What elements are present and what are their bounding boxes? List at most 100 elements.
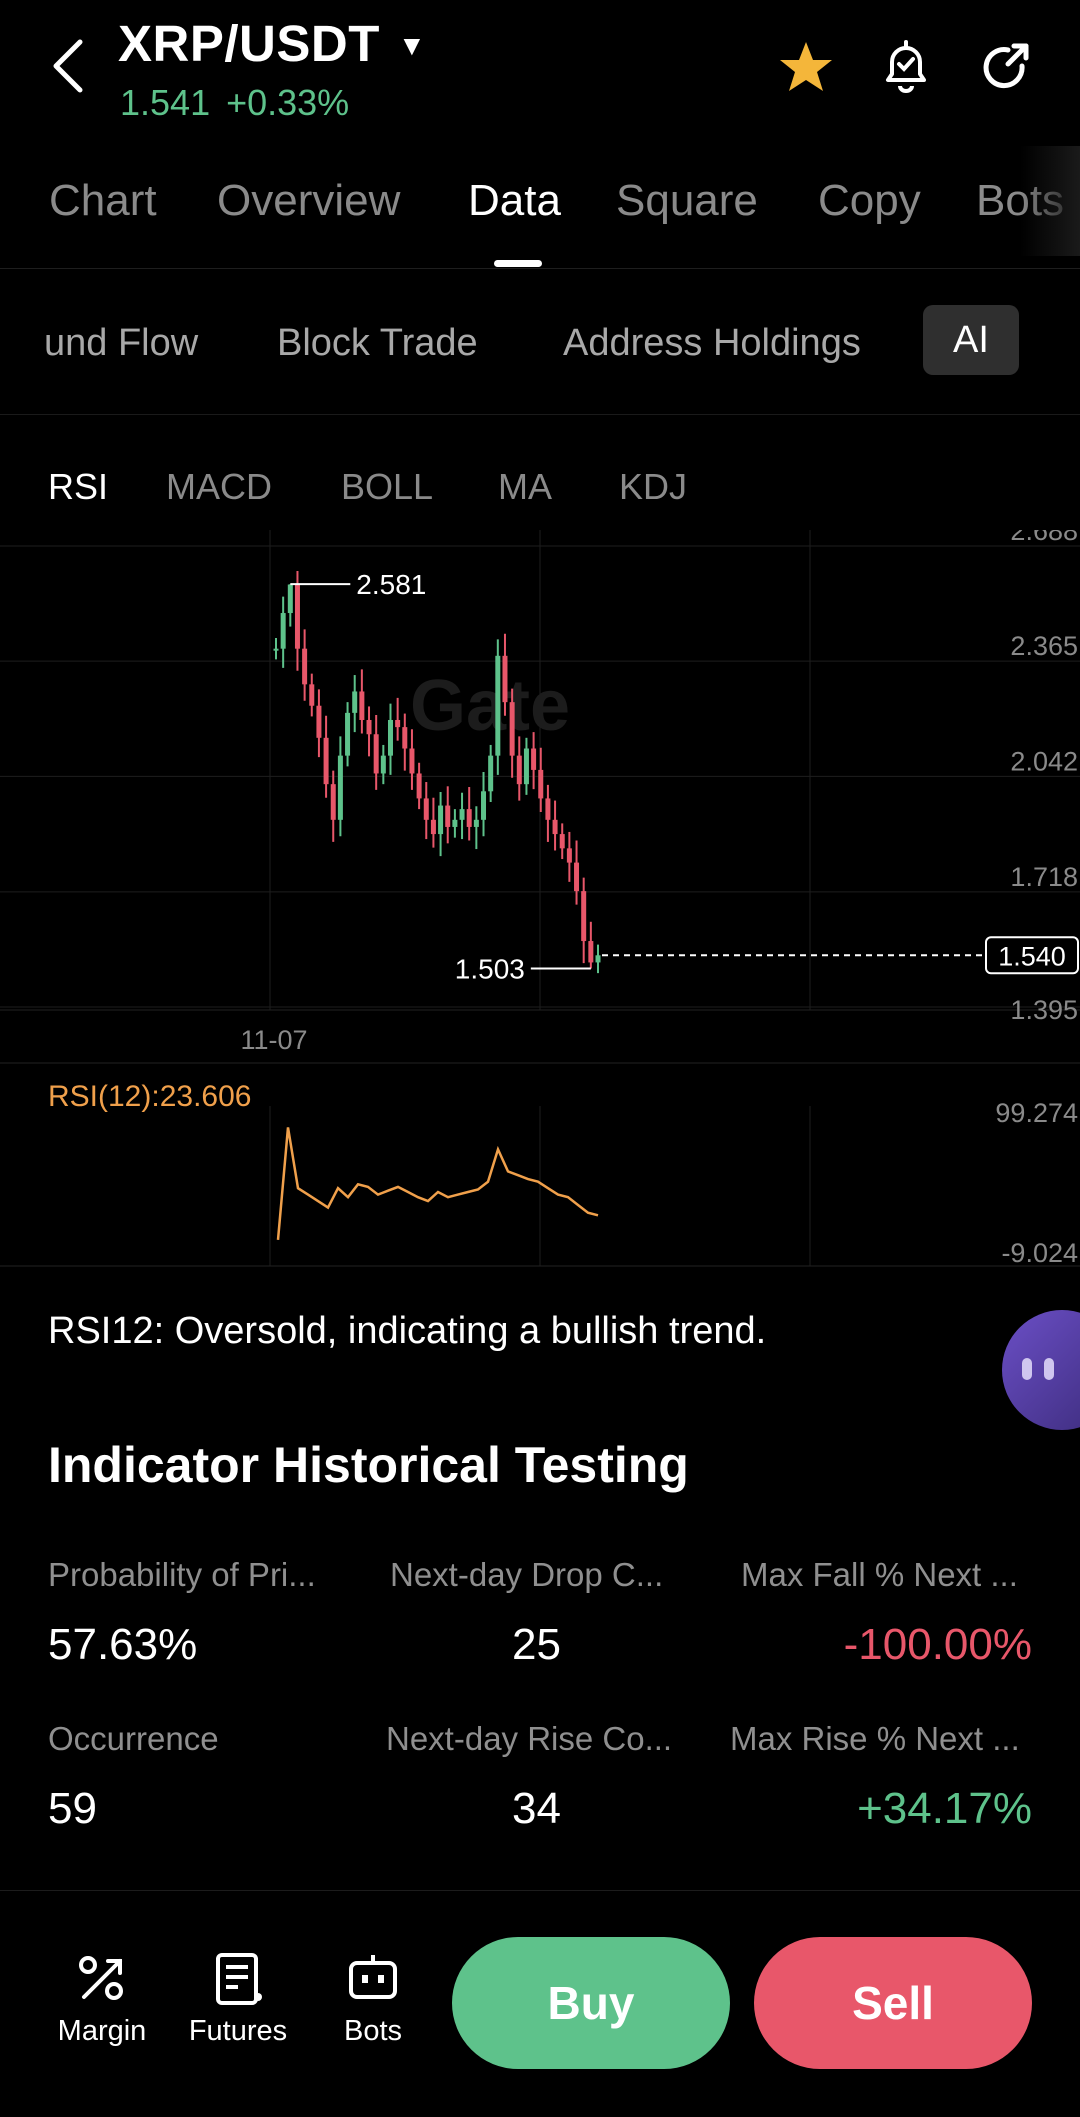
y-tick-label: 2.042 bbox=[1010, 746, 1078, 776]
back-icon[interactable] bbox=[46, 36, 94, 96]
bots-icon bbox=[349, 1955, 397, 1999]
stat-value: -100.00% bbox=[843, 1620, 1032, 1669]
main-tabs: Chart Overview Data Square Copy Bots bbox=[0, 146, 1080, 269]
stat-label: Next-day Drop C... bbox=[390, 1556, 664, 1593]
candle-body bbox=[538, 769, 544, 799]
indicator-tab-boll[interactable]: BOLL bbox=[341, 466, 433, 508]
indicator-tab-ma[interactable]: MA bbox=[498, 466, 552, 508]
star-icon[interactable] bbox=[774, 36, 838, 100]
candle-body bbox=[495, 655, 501, 756]
candle-body bbox=[280, 613, 286, 649]
futures-icon bbox=[216, 1953, 262, 2005]
tab-square[interactable]: Square bbox=[616, 176, 758, 226]
rsi-y-tick-label: -9.024 bbox=[1001, 1238, 1078, 1268]
candle-body bbox=[409, 748, 415, 774]
candle-body bbox=[337, 755, 343, 820]
stat-value: +34.17% bbox=[857, 1784, 1032, 1833]
nav-margin[interactable]: Margin bbox=[42, 1951, 162, 2048]
chart-grid bbox=[0, 530, 1080, 1267]
tab-copy[interactable]: Copy bbox=[818, 176, 921, 226]
nav-futures-label: Futures bbox=[188, 2015, 288, 2047]
x-tick-label: 11-07 bbox=[240, 1025, 307, 1055]
bottom-bar: Margin Futures Bots Buy Sell bbox=[0, 1890, 1080, 2117]
candle-body bbox=[516, 755, 522, 785]
tab-overview[interactable]: Overview bbox=[217, 176, 400, 226]
rsi-line bbox=[276, 1127, 599, 1241]
active-tab-indicator bbox=[494, 260, 542, 267]
price-alert-icon[interactable] bbox=[874, 36, 938, 100]
high-label: 2.581 bbox=[356, 569, 426, 600]
candle-body bbox=[473, 819, 479, 827]
price-change: +0.33% bbox=[226, 82, 350, 123]
candle-body bbox=[502, 655, 508, 703]
subtab-ai[interactable]: AI bbox=[923, 305, 1019, 375]
candle-body bbox=[509, 702, 515, 756]
price-axis: 2.688 2.365 2.042 1.718 1.395 11-07 bbox=[240, 530, 1078, 1055]
tabs-fade bbox=[1020, 146, 1080, 256]
tab-chart[interactable]: Chart bbox=[49, 176, 157, 226]
indicator-tab-kdj[interactable]: KDJ bbox=[619, 466, 687, 508]
stat-label: Max Fall % Next ... bbox=[741, 1556, 1018, 1593]
candle-body bbox=[302, 648, 308, 685]
candle-body bbox=[373, 734, 379, 774]
bubble-eye bbox=[1044, 1358, 1054, 1380]
subtab-address-holdings[interactable]: Address Holdings bbox=[563, 322, 861, 365]
pair-dropdown-icon[interactable]: ▼ bbox=[398, 30, 426, 62]
candle-body bbox=[380, 755, 386, 774]
candle-body bbox=[402, 727, 408, 749]
y-tick-label: 2.365 bbox=[1010, 631, 1078, 661]
candle-body bbox=[481, 791, 487, 820]
candle-body bbox=[523, 748, 529, 785]
history-title: Indicator Historical Testing bbox=[48, 1437, 689, 1493]
indicator-tab-macd[interactable]: MACD bbox=[166, 466, 272, 508]
candle-body bbox=[273, 648, 279, 651]
candle-body bbox=[595, 955, 601, 963]
candle-body bbox=[459, 809, 465, 820]
candle-body bbox=[588, 941, 594, 963]
indicator-tab-rsi[interactable]: RSI bbox=[48, 466, 108, 508]
sell-button[interactable]: Sell bbox=[754, 1937, 1032, 2069]
candle-body bbox=[387, 719, 393, 756]
candle-body bbox=[466, 809, 472, 827]
stat-label: Occurrence bbox=[48, 1720, 219, 1757]
candle-body bbox=[345, 712, 351, 756]
buy-button[interactable]: Buy bbox=[452, 1937, 730, 2069]
candle-body bbox=[316, 705, 322, 738]
subtab-block-trade[interactable]: Block Trade bbox=[277, 322, 478, 365]
stat-value: 25 bbox=[512, 1620, 561, 1669]
candle-body bbox=[488, 755, 494, 792]
candle-body bbox=[438, 805, 444, 835]
candle-body bbox=[531, 748, 537, 770]
pair-title[interactable]: XRP/USDT bbox=[118, 14, 380, 73]
nav-futures[interactable]: Futures bbox=[178, 1951, 298, 2048]
candle-body bbox=[287, 584, 293, 614]
stat-label: Next-day Rise Co... bbox=[386, 1720, 673, 1757]
candle-body bbox=[581, 891, 587, 942]
price-and-rsi-chart[interactable]: Gate 2.688 2.365 2.042 1.718 1.395 11-07 2.58… bbox=[0, 530, 1080, 1270]
candle-body bbox=[309, 684, 315, 706]
candle-body bbox=[445, 805, 451, 827]
tab-data[interactable]: Data bbox=[468, 176, 561, 226]
rsi-panel: 99.274 -9.024 bbox=[276, 1098, 1078, 1268]
candle-body bbox=[323, 737, 329, 785]
candle-body bbox=[559, 834, 565, 849]
y-tick-label: 2.688 bbox=[1010, 530, 1078, 546]
stat-label: Probability of Pri... bbox=[48, 1556, 316, 1593]
nav-margin-label: Margin bbox=[57, 2015, 147, 2047]
candle-body bbox=[359, 691, 365, 720]
y-tick-label: 1.395 bbox=[1010, 995, 1078, 1025]
rsi-summary: RSI12: Oversold, indicating a bullish tr… bbox=[48, 1310, 767, 1352]
candle-body bbox=[566, 848, 572, 863]
candle-body bbox=[574, 862, 580, 892]
ai-assistant-bubble[interactable] bbox=[1002, 1310, 1080, 1430]
stat-value: 57.63% bbox=[48, 1620, 198, 1669]
subtab-fund-flow[interactable]: und Flow bbox=[44, 322, 198, 365]
candle-body bbox=[416, 773, 422, 799]
nav-bots[interactable]: Bots bbox=[313, 1951, 433, 2048]
share-icon[interactable] bbox=[974, 36, 1038, 100]
last-price-label: 1.540 bbox=[998, 941, 1066, 971]
low-label: 1.503 bbox=[455, 953, 525, 984]
candle-body bbox=[395, 719, 401, 728]
stat-value: 34 bbox=[512, 1784, 561, 1833]
candle-body bbox=[430, 819, 436, 835]
